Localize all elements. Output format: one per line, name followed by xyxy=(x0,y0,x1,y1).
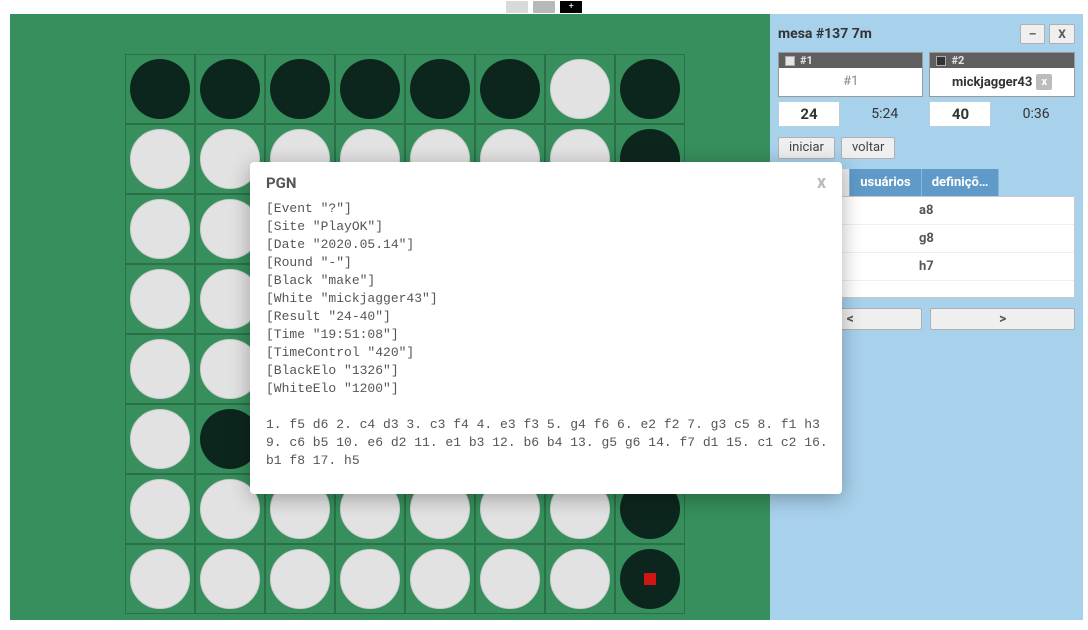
black-disc xyxy=(200,59,260,119)
white-disc xyxy=(270,549,330,609)
white-disc xyxy=(340,549,400,609)
time-p2: 0:36 xyxy=(997,106,1074,122)
kick-player2-button[interactable]: x xyxy=(1036,74,1052,90)
pgn-textarea[interactable] xyxy=(266,200,838,476)
black-disc xyxy=(340,59,400,119)
black-disc xyxy=(270,59,330,119)
black-disc xyxy=(130,59,190,119)
side-header: mesa #137 7m – X xyxy=(778,24,1075,44)
slot1-label: #1 xyxy=(800,54,813,67)
board-cell[interactable] xyxy=(125,544,195,614)
tab-users[interactable]: usuários xyxy=(850,169,921,196)
board-cell[interactable] xyxy=(195,54,265,124)
table-title: mesa #137 7m xyxy=(778,26,872,42)
board-cell[interactable] xyxy=(125,264,195,334)
player2-box[interactable]: #2 mickjagger43 x xyxy=(929,52,1074,97)
white-disc xyxy=(130,129,190,189)
board-cell[interactable] xyxy=(615,54,685,124)
close-button[interactable]: X xyxy=(1049,24,1075,44)
theme-dark[interactable]: + xyxy=(560,1,582,13)
white-square-icon xyxy=(785,56,795,66)
score-bar: 24 5:24 40 0:36 xyxy=(778,101,1075,127)
pgn-modal: PGN x xyxy=(250,162,842,494)
board-cell[interactable] xyxy=(615,544,685,614)
white-disc xyxy=(550,59,610,119)
white-disc xyxy=(130,549,190,609)
players-row: #1 #1 #2 mickjagger43 x xyxy=(778,52,1075,97)
top-theme-bar: + xyxy=(0,0,1088,14)
minimize-button[interactable]: – xyxy=(1020,24,1046,44)
nav-next-button[interactable]: > xyxy=(930,308,1074,330)
player1-box[interactable]: #1 #1 xyxy=(778,52,923,97)
modal-close-button[interactable]: x xyxy=(817,174,826,192)
slot2-label: #2 xyxy=(951,54,964,67)
white-disc xyxy=(130,479,190,539)
black-disc xyxy=(620,549,680,609)
player2-name: mickjagger43 xyxy=(952,75,1032,90)
white-disc xyxy=(130,409,190,469)
white-disc xyxy=(130,269,190,329)
back-button[interactable]: voltar xyxy=(841,137,896,159)
theme-mid[interactable] xyxy=(533,1,555,13)
black-square-icon xyxy=(936,56,946,66)
black-disc xyxy=(410,59,470,119)
player1-name: #1 xyxy=(843,74,858,89)
black-disc xyxy=(620,59,680,119)
board-cell[interactable] xyxy=(335,54,405,124)
actions-row: iniciar voltar xyxy=(778,137,1075,159)
board-cell[interactable] xyxy=(125,334,195,404)
start-button[interactable]: iniciar xyxy=(778,137,835,159)
board-cell[interactable] xyxy=(125,54,195,124)
white-disc xyxy=(480,549,540,609)
score-p1: 24 xyxy=(778,101,840,127)
board-cell[interactable] xyxy=(545,54,615,124)
theme-light[interactable] xyxy=(506,1,528,13)
score-p2: 40 xyxy=(929,101,991,127)
time-p1: 5:24 xyxy=(846,106,923,122)
tab-settings[interactable]: definiçõ… xyxy=(922,169,1000,196)
board-cell[interactable] xyxy=(545,544,615,614)
board-cell[interactable] xyxy=(405,544,475,614)
modal-title: PGN xyxy=(266,174,296,192)
white-disc xyxy=(200,549,260,609)
black-disc xyxy=(480,59,540,119)
board-cell[interactable] xyxy=(195,544,265,614)
board-cell[interactable] xyxy=(125,474,195,544)
board-cell[interactable] xyxy=(265,544,335,614)
board-cell[interactable] xyxy=(405,54,475,124)
board-cell[interactable] xyxy=(125,404,195,474)
board-cell[interactable] xyxy=(335,544,405,614)
white-disc xyxy=(130,199,190,259)
board-cell[interactable] xyxy=(265,54,335,124)
white-disc xyxy=(130,339,190,399)
board-cell[interactable] xyxy=(125,124,195,194)
board-cell[interactable] xyxy=(475,54,545,124)
board-cell[interactable] xyxy=(475,544,545,614)
board-cell[interactable] xyxy=(125,194,195,264)
white-disc xyxy=(410,549,470,609)
white-disc xyxy=(550,549,610,609)
